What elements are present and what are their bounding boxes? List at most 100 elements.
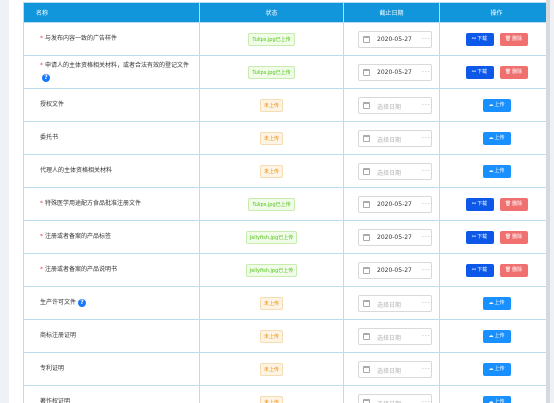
date-picker[interactable]: 选择日期... <box>358 96 432 114</box>
status-cell: Jellyfish.jpg已上传 <box>199 220 344 254</box>
date-picker[interactable]: 2020-05-27... <box>358 30 432 48</box>
material-name-cell: 专利证明 <box>23 352 200 386</box>
date-cell: 选择日期... <box>343 286 440 320</box>
material-name: 授权文件 <box>40 101 65 108</box>
material-name: 申请人的主体资格相关材料，或者合法有效的登记文件 <box>45 62 190 69</box>
date-more[interactable]: ... <box>422 100 431 107</box>
upload-button[interactable]: ☁上传 <box>482 131 511 145</box>
date-value: 选择日期 <box>377 136 402 144</box>
date-more[interactable]: ... <box>422 232 431 239</box>
date-picker[interactable]: 选择日期... <box>358 162 432 180</box>
file-table-panel: 名称 状态 截止日期 操作 * 与发布内容一致的广告样件 Tulips.jpg已上传… <box>9 0 550 403</box>
table-row: 生产许可文件? 未上传 选择日期... ☁上传 <box>23 286 550 320</box>
date-picker[interactable]: 选择日期... <box>358 129 432 147</box>
trash-icon: 🗑 <box>504 266 512 273</box>
date-more[interactable]: ... <box>422 364 431 371</box>
date-more[interactable]: ... <box>422 166 431 173</box>
calendar-icon <box>363 233 370 241</box>
status-badge: 未上传 <box>259 362 283 376</box>
actions-cell: ☁上传 <box>439 385 550 403</box>
upload-button[interactable]: ☁上传 <box>482 98 511 112</box>
status-badge: 未上传 <box>259 296 283 310</box>
calendar-icon <box>363 134 370 142</box>
upload-label: 上传 <box>494 365 505 372</box>
date-picker[interactable]: 2020-05-27... <box>358 228 432 246</box>
material-name-cell: 授权文件 <box>23 88 200 122</box>
date-picker[interactable]: 2020-05-27... <box>358 261 432 279</box>
date-value: 2020-05-27 <box>377 35 412 43</box>
material-name-cell: * 注册或者备案的产品标签 <box>23 220 200 254</box>
cloud-upload-icon: ☁ <box>488 134 494 141</box>
date-value: 选择日期 <box>377 301 402 309</box>
help-icon[interactable]: ? <box>42 73 50 82</box>
table-row: * 特殊医学用途配方食品批准注册文件 Tulips.jpg已上传 2020-05-27… <box>23 187 550 221</box>
link-icon: ⚯ <box>471 200 477 207</box>
material-name-cell: 代理人的主体资格相关材料 <box>23 154 200 188</box>
delete-label: 删除 <box>512 233 523 240</box>
date-more[interactable]: ... <box>422 397 431 403</box>
date-picker[interactable]: 选择日期... <box>358 360 432 378</box>
date-value: 选择日期 <box>377 367 402 375</box>
material-name: 注册或者备案的产品说明书 <box>45 266 118 273</box>
date-picker[interactable]: 2020-05-27... <box>358 63 432 81</box>
delete-button[interactable]: 🗑删除 <box>499 65 528 79</box>
upload-button[interactable]: ☁上传 <box>482 362 511 376</box>
download-button[interactable]: ⚯下载 <box>465 32 494 46</box>
date-cell: 2020-05-27... <box>343 220 440 254</box>
upload-button[interactable]: ☁上传 <box>482 395 511 403</box>
date-more[interactable]: ... <box>422 265 431 272</box>
date-more[interactable]: ... <box>422 67 431 74</box>
date-cell: 选择日期... <box>343 88 440 122</box>
date-value: 选择日期 <box>377 169 402 177</box>
delete-button[interactable]: 🗑删除 <box>499 263 528 277</box>
actions-cell: ☁上传 <box>439 286 550 320</box>
date-cell: 选择日期... <box>343 154 440 188</box>
calendar-icon <box>363 68 370 76</box>
help-icon[interactable]: ? <box>78 298 87 307</box>
date-value: 2020-05-27 <box>377 266 412 274</box>
table-row: 商标注册证明 未上传 选择日期... ☁上传 <box>23 319 550 353</box>
download-button[interactable]: ⚯下载 <box>465 230 494 244</box>
status-cell: Tulips.jpg已上传 <box>199 187 344 221</box>
download-button[interactable]: ⚯下载 <box>465 263 494 277</box>
material-name: 商标注册证明 <box>40 332 77 339</box>
link-icon: ⚯ <box>471 266 477 273</box>
date-picker[interactable]: 选择日期... <box>358 327 432 345</box>
date-more[interactable]: ... <box>422 298 431 305</box>
date-more[interactable]: ... <box>422 199 431 206</box>
status-badge: 未上传 <box>259 329 283 343</box>
download-label: 下载 <box>477 200 488 207</box>
date-value: 选择日期 <box>377 103 402 111</box>
table-row: * 申请人的主体资格相关材料，或者合法有效的登记文件? Tulips.jpg已上传 2… <box>23 55 550 89</box>
actions-cell: ☁上传 <box>439 154 550 188</box>
status-badge: 未上传 <box>259 164 283 178</box>
material-name-cell: 商标注册证明 <box>23 319 200 353</box>
date-picker[interactable]: 2020-05-27... <box>358 195 432 213</box>
required-icon: * <box>40 62 43 69</box>
date-more[interactable]: ... <box>422 331 431 338</box>
date-value: 选择日期 <box>377 334 402 342</box>
material-name: 著作权证明 <box>40 398 71 403</box>
upload-label: 上传 <box>494 167 505 174</box>
actions-cell: ⚯下载 🗑删除 <box>439 55 550 89</box>
date-picker[interactable]: 选择日期... <box>358 294 432 312</box>
date-more[interactable]: ... <box>422 34 431 41</box>
actions-cell: ☁上传 <box>439 88 550 122</box>
actions-cell: ⚯下载 🗑删除 <box>439 253 550 287</box>
delete-button[interactable]: 🗑删除 <box>499 32 528 46</box>
download-button[interactable]: ⚯下载 <box>465 65 494 79</box>
vertical-scrollbar[interactable] <box>546 0 550 403</box>
delete-button[interactable]: 🗑删除 <box>499 197 528 211</box>
date-more[interactable]: ... <box>422 133 431 140</box>
material-name: 代理人的主体资格相关材料 <box>40 167 113 174</box>
calendar-icon <box>363 266 370 274</box>
status-cell: 未上传 <box>199 319 344 353</box>
delete-button[interactable]: 🗑删除 <box>499 230 528 244</box>
date-picker[interactable]: 选择日期... <box>358 393 432 403</box>
upload-button[interactable]: ☁上传 <box>482 164 511 178</box>
upload-button[interactable]: ☁上传 <box>482 329 511 343</box>
download-button[interactable]: ⚯下载 <box>465 197 494 211</box>
delete-label: 删除 <box>512 266 523 273</box>
required-icon: * <box>40 200 43 207</box>
upload-button[interactable]: ☁上传 <box>482 296 511 310</box>
